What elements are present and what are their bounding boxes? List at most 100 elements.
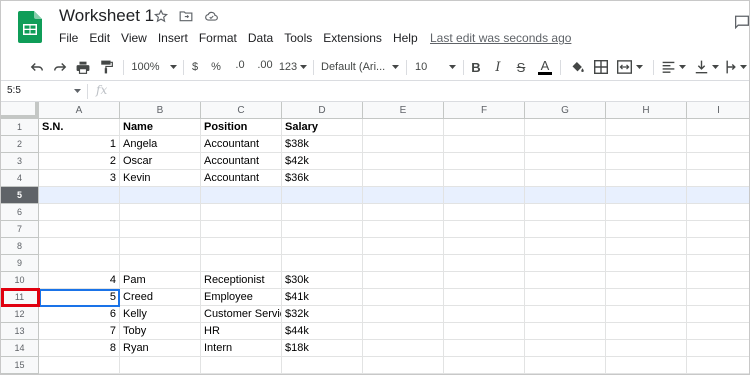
cell-sn[interactable]: 8	[39, 340, 120, 357]
cell-empty[interactable]	[687, 255, 749, 272]
cell-salary[interactable]: $42k	[282, 153, 363, 170]
cell-empty[interactable]	[687, 238, 749, 255]
cell-empty[interactable]	[525, 289, 606, 306]
cell-empty[interactable]	[525, 306, 606, 323]
borders-icon[interactable]	[593, 58, 609, 76]
menu-extensions[interactable]: Extensions	[323, 31, 382, 45]
cell-position[interactable]	[201, 221, 282, 238]
column-header-a[interactable]: A	[39, 102, 120, 119]
cell-empty[interactable]	[363, 204, 444, 221]
row-header-15[interactable]: 15	[1, 357, 39, 374]
cell-sn[interactable]: S.N.	[39, 119, 120, 136]
cell-empty[interactable]	[687, 187, 749, 204]
row-header-4[interactable]: 4	[1, 170, 39, 187]
last-edit-link[interactable]: Last edit was seconds ago	[430, 31, 571, 45]
cell-position[interactable]: Intern	[201, 340, 282, 357]
cell-empty[interactable]	[606, 306, 687, 323]
star-icon[interactable]	[153, 8, 169, 24]
vertical-align-icon[interactable]	[694, 58, 720, 76]
cell-empty[interactable]	[444, 153, 525, 170]
cell-name[interactable]	[120, 238, 201, 255]
cell-empty[interactable]	[444, 306, 525, 323]
cell-empty[interactable]	[444, 238, 525, 255]
cell-name[interactable]: Creed	[120, 289, 201, 306]
row-header-14[interactable]: 14	[1, 340, 39, 357]
cell-empty[interactable]	[606, 119, 687, 136]
row-header-10[interactable]: 10	[1, 272, 39, 289]
cell-empty[interactable]	[363, 238, 444, 255]
cell-name[interactable]: Name	[120, 119, 201, 136]
menu-help[interactable]: Help	[393, 31, 418, 45]
cell-salary[interactable]	[282, 255, 363, 272]
cell-name[interactable]: Kevin	[120, 170, 201, 187]
cell-empty[interactable]	[687, 272, 749, 289]
cell-empty[interactable]	[525, 204, 606, 221]
row-header-13[interactable]: 13	[1, 323, 39, 340]
menu-data[interactable]: Data	[248, 31, 273, 45]
cell-empty[interactable]	[525, 119, 606, 136]
cell-empty[interactable]	[363, 136, 444, 153]
text-wrapping-icon[interactable]	[725, 58, 747, 76]
cell-sn[interactable]	[39, 221, 120, 238]
cell-position[interactable]: Accountant	[201, 170, 282, 187]
cell-empty[interactable]	[444, 255, 525, 272]
cell-empty[interactable]	[687, 204, 749, 221]
cell-sn[interactable]: 6	[39, 306, 120, 323]
cell-empty[interactable]	[606, 187, 687, 204]
cell-empty[interactable]	[606, 170, 687, 187]
horizontal-align-icon[interactable]	[661, 58, 687, 76]
cell-name[interactable]: Pam	[120, 272, 201, 289]
cell-empty[interactable]	[525, 340, 606, 357]
cell-empty[interactable]	[525, 357, 606, 374]
cell-empty[interactable]	[444, 357, 525, 374]
menu-edit[interactable]: Edit	[89, 31, 110, 45]
cell-empty[interactable]	[687, 170, 749, 187]
cell-empty[interactable]	[444, 323, 525, 340]
more-formats-button[interactable]: 123	[278, 58, 308, 76]
cell-empty[interactable]	[525, 136, 606, 153]
document-title[interactable]: Worksheet 1	[59, 6, 154, 26]
cell-empty[interactable]	[444, 187, 525, 204]
cell-empty[interactable]	[606, 204, 687, 221]
cell-sn[interactable]	[39, 187, 120, 204]
cell-empty[interactable]	[444, 119, 525, 136]
redo-icon[interactable]	[52, 58, 68, 76]
cell-empty[interactable]	[525, 187, 606, 204]
cell-empty[interactable]	[363, 187, 444, 204]
cell-empty[interactable]	[363, 170, 444, 187]
cell-name[interactable]: Toby	[120, 323, 201, 340]
cell-empty[interactable]	[606, 289, 687, 306]
cell-empty[interactable]	[606, 340, 687, 357]
cell-name[interactable]	[120, 221, 201, 238]
cell-empty[interactable]	[687, 357, 749, 374]
cell-empty[interactable]	[444, 221, 525, 238]
cell-name[interactable]: Ryan	[120, 340, 201, 357]
cell-salary[interactable]	[282, 238, 363, 255]
percent-format-button[interactable]: %	[209, 58, 223, 76]
cell-sn[interactable]: 2	[39, 153, 120, 170]
fill-color-icon[interactable]	[569, 58, 585, 76]
cell-position[interactable]	[201, 255, 282, 272]
cell-empty[interactable]	[363, 221, 444, 238]
cell-empty[interactable]	[606, 272, 687, 289]
cell-position[interactable]	[201, 238, 282, 255]
cell-empty[interactable]	[687, 340, 749, 357]
cell-position[interactable]: Accountant	[201, 153, 282, 170]
cell-position[interactable]: Receptionist	[201, 272, 282, 289]
cell-empty[interactable]	[525, 221, 606, 238]
row-header-8[interactable]: 8	[1, 238, 39, 255]
cell-empty[interactable]	[687, 221, 749, 238]
cell-name[interactable]	[120, 255, 201, 272]
cloud-status-icon[interactable]	[203, 8, 219, 24]
cell-salary[interactable]: Salary	[282, 119, 363, 136]
cell-empty[interactable]	[525, 153, 606, 170]
cell-sn[interactable]: 3	[39, 170, 120, 187]
cell-salary[interactable]: $32k	[282, 306, 363, 323]
cell-sn[interactable]	[39, 255, 120, 272]
menu-insert[interactable]: Insert	[158, 31, 188, 45]
strikethrough-button[interactable]: S	[514, 58, 528, 76]
cell-empty[interactable]	[525, 323, 606, 340]
menu-tools[interactable]: Tools	[284, 31, 312, 45]
cell-position[interactable]	[201, 187, 282, 204]
zoom-select[interactable]: 100%	[129, 58, 179, 76]
